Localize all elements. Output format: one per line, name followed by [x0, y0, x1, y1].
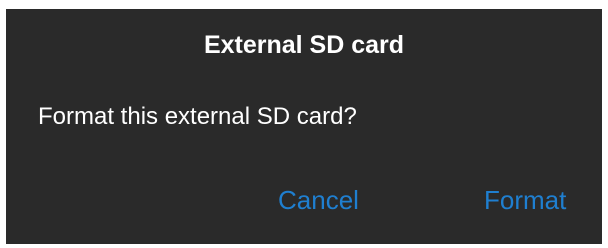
cancel-button[interactable]: Cancel	[278, 185, 359, 215]
dialog-message: Format this external SD card?	[38, 103, 357, 130]
dialog-title: External SD card	[203, 31, 405, 59]
format-button[interactable]: Format	[484, 185, 566, 215]
format-sd-dialog: External SD card Format this external SD…	[6, 9, 602, 244]
